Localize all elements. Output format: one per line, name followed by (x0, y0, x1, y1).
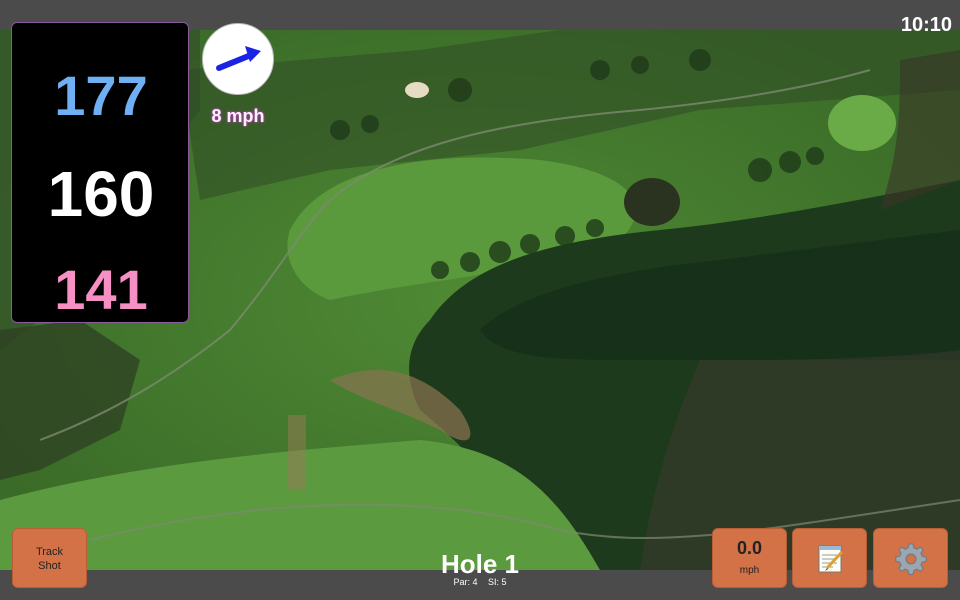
track-shot-label-line2: Shot (38, 560, 61, 572)
track-shot-button[interactable]: Track Shot (12, 528, 87, 588)
arrow-right-up-icon (216, 46, 261, 71)
speed-button[interactable]: 0.0 mph (712, 528, 787, 588)
speed-value: 0.0 (736, 538, 763, 558)
hole-stroke-index: SI: 5 (488, 577, 507, 587)
status-time: 10:10 (900, 14, 952, 36)
wind-speed: 8 mph (211, 106, 265, 126)
wind-indicator[interactable] (202, 23, 274, 95)
notepad-icon (818, 545, 844, 573)
front-distance: 141 (54, 258, 148, 321)
hole-par: Par: 4 (453, 577, 478, 587)
speed-unit: mph (739, 565, 760, 576)
hole-title: Hole 1 (440, 549, 520, 579)
settings-button[interactable] (873, 528, 948, 588)
gear-icon (895, 543, 927, 575)
back-distance: 177 (54, 64, 148, 127)
hole-info: Par: 4 SI: 5 (380, 577, 580, 587)
notes-button[interactable] (792, 528, 867, 588)
track-shot-label-line1: Track (35, 546, 64, 558)
middle-distance: 160 (47, 158, 155, 230)
distance-panel: 177 160 141 (11, 22, 189, 323)
